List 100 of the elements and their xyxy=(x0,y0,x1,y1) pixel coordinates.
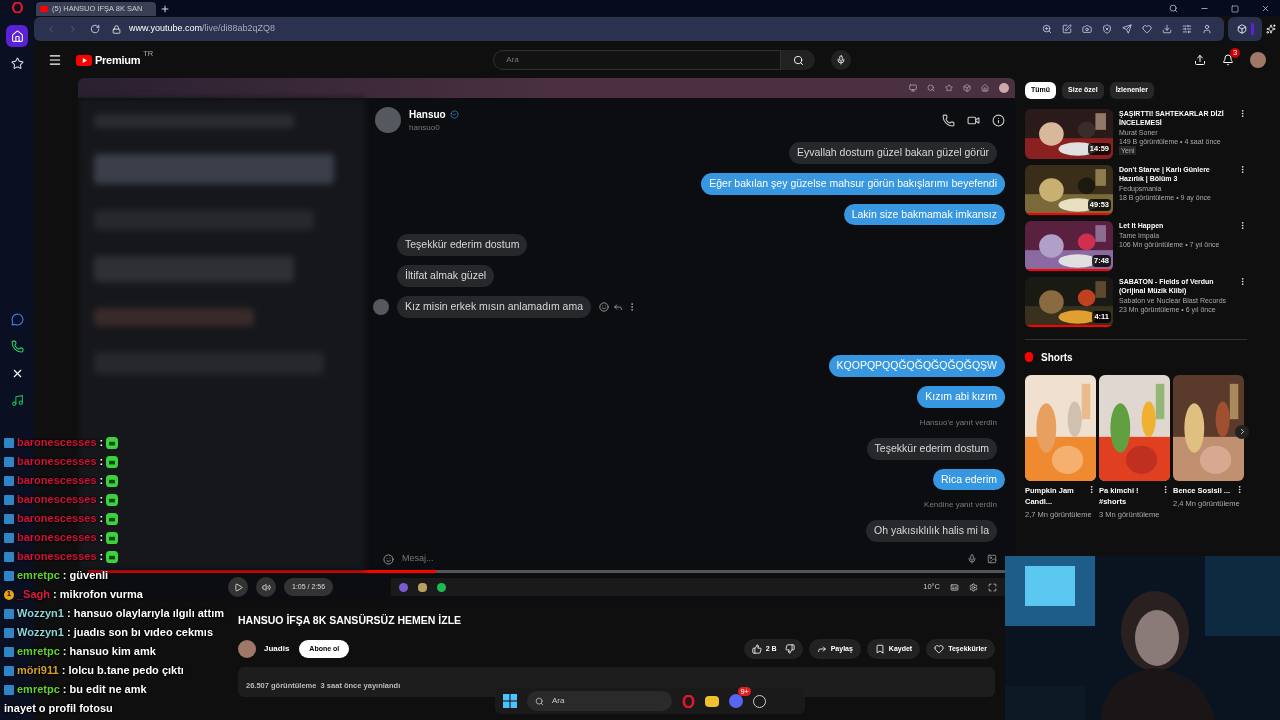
user-icon[interactable] xyxy=(1202,24,1212,34)
search-button[interactable] xyxy=(781,50,816,70)
reply-icon[interactable] xyxy=(613,301,623,312)
image-icon[interactable] xyxy=(987,554,997,564)
home-icon xyxy=(10,29,24,43)
play-button[interactable] xyxy=(228,577,248,597)
section-heading: Shorts xyxy=(1041,350,1073,365)
subtitles-icon[interactable] xyxy=(950,582,959,592)
info-icon[interactable] xyxy=(992,113,1005,127)
heart-icon[interactable] xyxy=(1142,24,1152,34)
sent-message: Rica ederim xyxy=(932,468,1005,491)
replied-message: Eyvallah dostum güzel bakan güzel görür xyxy=(788,142,997,164)
more-icon[interactable] xyxy=(1087,484,1096,494)
fullscreen-icon[interactable] xyxy=(988,582,997,592)
cube-icon[interactable] xyxy=(1236,24,1247,34)
search-icon[interactable] xyxy=(1169,4,1178,13)
new-tab-icon[interactable] xyxy=(160,4,170,14)
volume-button[interactable] xyxy=(256,577,276,597)
avatar[interactable] xyxy=(1250,52,1266,68)
contact-handle: hansuo0 xyxy=(409,121,441,134)
home-sidebar-button[interactable] xyxy=(6,25,28,47)
chat-colon: : xyxy=(99,549,104,565)
chat-message: Wozzyn1 : hansuo olaylarıyla ılgılı attım xyxy=(17,606,225,622)
received-message: İltifat almak güzel xyxy=(397,265,495,287)
chat-colon: : xyxy=(99,454,104,470)
badge-icon xyxy=(4,684,14,695)
voice-search-button[interactable] xyxy=(831,50,852,70)
chat-username: baronescesses xyxy=(17,454,97,470)
chat-colon: : xyxy=(99,511,104,527)
windows-icon[interactable] xyxy=(503,694,517,708)
chat-colon: : xyxy=(99,530,104,546)
emoji-icon[interactable] xyxy=(599,301,609,312)
badge-icon xyxy=(4,608,14,619)
camera-icon[interactable] xyxy=(1082,24,1092,34)
folder-icon[interactable] xyxy=(705,695,719,707)
search-icon xyxy=(927,84,935,92)
sparkle-icon[interactable] xyxy=(1266,24,1276,34)
more-icon[interactable] xyxy=(1161,484,1170,494)
message-field[interactable]: Mesaj... xyxy=(402,552,434,566)
chat-bubble-icon xyxy=(10,312,24,326)
phone-icon[interactable] xyxy=(942,113,955,127)
discord-icon[interactable] xyxy=(729,694,743,708)
youtube-logo-icon[interactable] xyxy=(76,54,92,66)
microphone-icon xyxy=(836,55,847,65)
more-icon[interactable] xyxy=(1238,164,1247,174)
volume-icon xyxy=(261,582,271,592)
chat-username: baronescesses xyxy=(17,492,97,508)
channel-avatar[interactable] xyxy=(238,639,256,658)
maximize-icon[interactable] xyxy=(1231,4,1239,13)
avatar xyxy=(999,83,1009,93)
sliders-icon[interactable] xyxy=(1182,24,1192,34)
more-icon[interactable] xyxy=(1238,108,1247,118)
logo-text[interactable]: Premium xyxy=(95,51,141,69)
thumbs-down-icon[interactable] xyxy=(784,643,795,654)
youtube-icon xyxy=(40,6,48,12)
menu-icon[interactable] xyxy=(48,53,62,67)
bell-icon[interactable] xyxy=(1222,54,1234,66)
sent-message: Lakin size bakmamak imkansız xyxy=(843,203,1005,226)
chat-username: baronescesses xyxy=(17,530,97,546)
phone-icon xyxy=(10,339,24,353)
reply-note: Kendine yanıt verdin xyxy=(924,499,997,512)
heart-icon xyxy=(934,643,945,654)
chat-message: möri911 : lolcu b.tane pedo çıktı xyxy=(17,663,184,679)
reload-icon[interactable] xyxy=(90,24,100,34)
channel-name[interactable]: Juadis xyxy=(264,642,290,655)
edit-icon[interactable] xyxy=(1062,24,1072,34)
more-icon[interactable] xyxy=(1238,220,1247,230)
taskbar-search-field[interactable]: Ara xyxy=(527,691,672,711)
thumbs-up-icon xyxy=(751,643,762,654)
zoom-icon[interactable] xyxy=(1042,24,1052,34)
settings-icon[interactable] xyxy=(969,582,978,592)
close-icon[interactable] xyxy=(1261,4,1270,13)
chat-username: baronescesses xyxy=(17,511,97,527)
star-icon xyxy=(945,84,953,92)
sender-avatar xyxy=(373,298,389,315)
url-field[interactable]: www.youtube.com/live/di88ab2qZQ8 xyxy=(129,22,276,36)
browser-logo-icon[interactable] xyxy=(11,2,23,13)
browser-logo-icon[interactable] xyxy=(682,694,695,708)
microphone-icon[interactable] xyxy=(967,554,977,564)
replied-message: Teşekkür ederim dostum xyxy=(866,437,997,460)
search-icon xyxy=(792,54,804,66)
verified-icon xyxy=(449,109,459,119)
badge-icon xyxy=(4,665,14,676)
badge-icon xyxy=(4,475,14,486)
home-icon xyxy=(981,84,989,92)
chat-message: emretpc : bu edit ne amk xyxy=(17,682,147,698)
more-icon[interactable] xyxy=(1238,276,1247,286)
search-field[interactable]: Ara xyxy=(493,50,782,70)
emoji-icon[interactable] xyxy=(383,553,394,565)
sent-message: Eğer bakılan şey güzelse mahsur görün bakışlarımı beyefendi xyxy=(701,172,1005,195)
progress-track[interactable] xyxy=(88,570,1005,573)
upload-icon[interactable] xyxy=(1194,54,1206,66)
badge-icon xyxy=(4,551,14,562)
shield-icon[interactable] xyxy=(1102,24,1112,34)
send-icon[interactable] xyxy=(1122,24,1132,34)
contact-avatar[interactable] xyxy=(375,107,401,133)
more-icon[interactable] xyxy=(1235,484,1244,494)
reply-note: Hansuo'e yanıt verdin xyxy=(919,416,997,429)
download-icon[interactable] xyxy=(1162,24,1172,34)
replied-message: Oh yakısıklılık halis mi la xyxy=(866,520,997,542)
